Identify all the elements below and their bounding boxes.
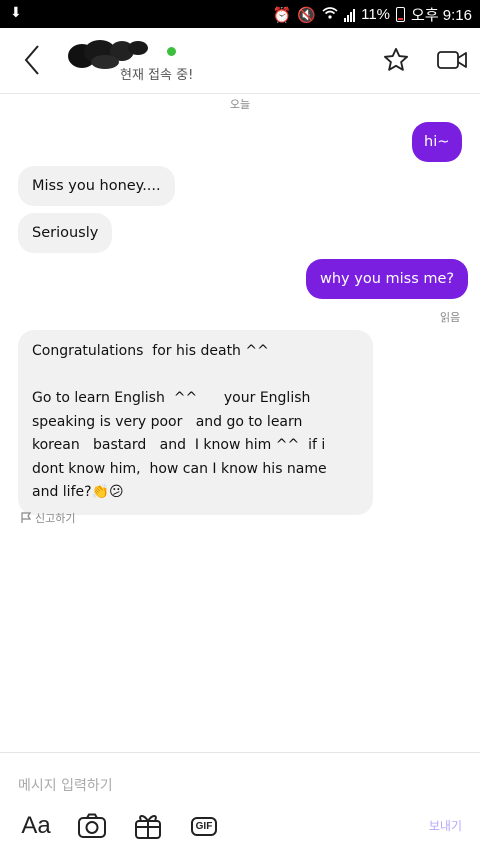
status-icons: ⏰ 🔇 11% 오후 9:16 [273,4,472,25]
online-indicator [167,47,176,56]
gif-button[interactable]: GIF [188,811,220,841]
battery-percent: 11% [361,6,391,23]
chat-header: 현재 접속 중! [0,28,480,94]
star-icon [383,47,409,71]
signal-icon [344,8,356,22]
video-call-icon [437,51,467,69]
message-input[interactable]: 메시지 입력하기 [18,775,113,795]
clock: 오후 9:16 [411,7,472,24]
report-button[interactable]: 신고하기 [20,510,75,526]
composer: 메시지 입력하기 Aa GIF 보내기 [0,752,480,853]
message-bubble-incoming[interactable]: Congratulations for his death ^^ Go to l… [18,330,373,515]
read-receipt: 읽음 [440,311,461,324]
online-status: 현재 접속 중! [120,68,194,83]
flag-icon [21,512,32,523]
video-call-button[interactable] [436,48,468,72]
mute-icon: 🔇 [297,6,317,24]
message-bubble-incoming[interactable]: Miss you honey.... [18,166,175,206]
alarm-icon: ⏰ [272,6,292,24]
composer-toolbar: Aa GIF [0,809,480,845]
send-button[interactable]: 보내기 [429,817,462,834]
back-icon [24,45,39,75]
back-button[interactable] [18,42,48,78]
message-bubble-incoming[interactable]: Seriously [18,213,113,253]
camera-icon [78,813,106,838]
favorite-button[interactable] [382,46,410,74]
gif-icon: GIF [190,816,218,836]
message-bubble-outgoing[interactable]: why you miss me? [306,259,469,299]
camera-button[interactable] [76,811,108,841]
battery-icon [396,7,406,22]
message-bubble-outgoing[interactable]: hi~ [412,122,462,162]
font-style-button[interactable]: Aa [18,811,54,841]
gift-button[interactable] [132,811,164,841]
download-icon: ⬇ [10,5,22,21]
status-bar: ⬇ ⏰ 🔇 11% 오후 9:16 [0,0,480,28]
gift-icon [135,815,161,839]
report-label: 신고하기 [35,512,76,525]
wifi-icon [322,6,338,24]
date-separator: 오늘 [229,98,251,111]
